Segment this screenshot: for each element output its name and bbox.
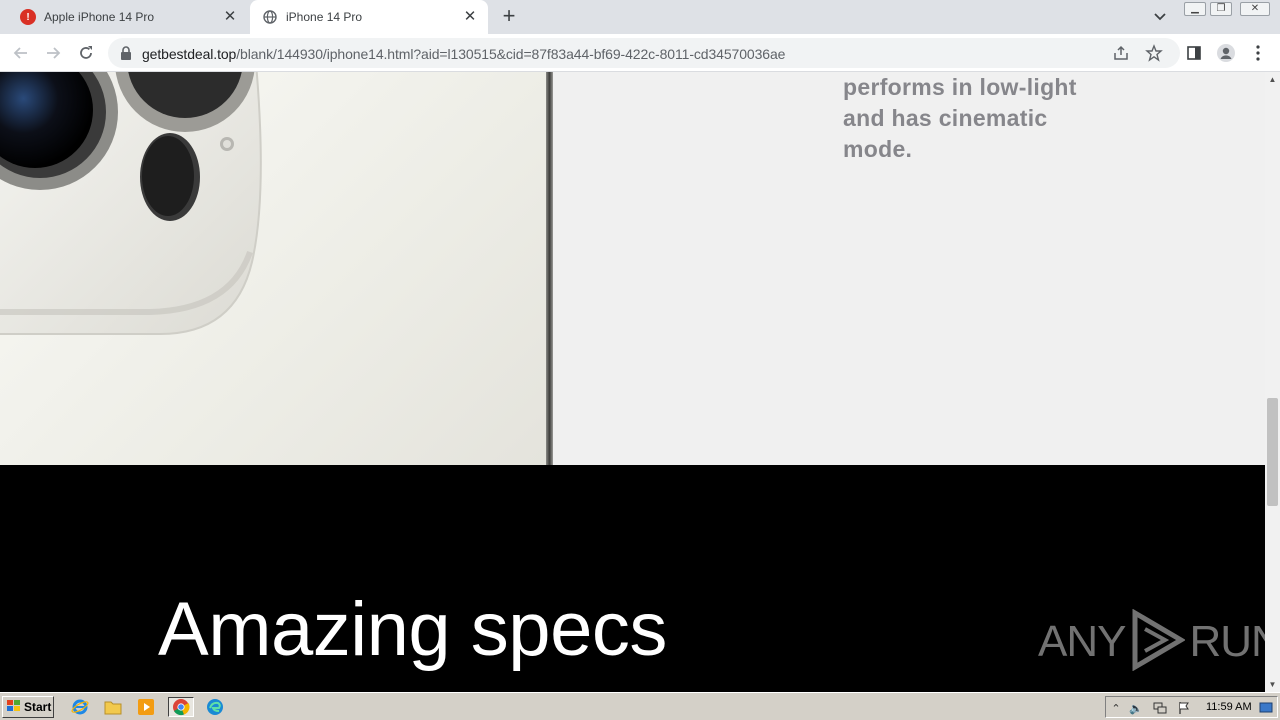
phone-edge-divider xyxy=(546,72,553,465)
reload-button[interactable] xyxy=(74,41,98,65)
menu-kebab-icon[interactable] xyxy=(1247,42,1269,64)
edge-icon[interactable] xyxy=(205,697,225,717)
feature-line: performs in low-light xyxy=(843,74,1077,100)
show-desktop-icon[interactable] xyxy=(1258,700,1274,716)
new-tab-button[interactable]: + xyxy=(498,5,520,28)
scroll-up-arrow-icon[interactable]: ▲ xyxy=(1265,72,1280,87)
feature-line: mode. xyxy=(843,136,913,162)
taskbar: Start ⌃ 🔈 11:59 AM xyxy=(0,692,1280,720)
feature-line: and has cinematic xyxy=(843,105,1048,131)
internet-explorer-icon[interactable] xyxy=(70,697,90,717)
show-hidden-icons-icon[interactable]: ⌃ xyxy=(1108,700,1124,716)
close-window-button[interactable]: ✕ xyxy=(1240,2,1270,16)
url-text[interactable]: getbestdeal.top/blank/144930/iphone14.ht… xyxy=(142,46,785,62)
tab-iphone-active[interactable]: iPhone 14 Pro ✕ xyxy=(250,0,488,34)
volume-icon[interactable]: 🔈 xyxy=(1128,700,1144,716)
page-viewport: performs in low-light and has cinematic … xyxy=(0,72,1265,692)
profile-avatar-icon[interactable] xyxy=(1215,42,1237,64)
system-tray: ⌃ 🔈 11:59 AM xyxy=(1105,696,1278,718)
iphone-camera-image xyxy=(0,72,552,465)
browser-toolbar: getbestdeal.top/blank/144930/iphone14.ht… xyxy=(0,34,1280,72)
taskbar-clock[interactable]: 11:59 AM xyxy=(1206,701,1252,713)
file-explorer-icon[interactable] xyxy=(103,697,123,717)
section-heading: Amazing specs xyxy=(158,587,667,672)
address-bar[interactable]: getbestdeal.top/blank/144930/iphone14.ht… xyxy=(108,38,1180,68)
back-button[interactable] xyxy=(9,41,33,65)
forward-button[interactable] xyxy=(41,41,65,65)
alert-badge-icon: ! xyxy=(20,9,36,25)
network-icon[interactable] xyxy=(1152,700,1168,716)
close-icon[interactable]: ✕ xyxy=(222,9,238,25)
specs-section: Amazing specs ANY RUN xyxy=(0,465,1265,692)
tab-apple-iphone[interactable]: ! Apple iPhone 14 Pro ✕ xyxy=(8,0,248,34)
chrome-taskbar-icon[interactable] xyxy=(168,697,194,717)
side-panel-icon[interactable] xyxy=(1183,42,1205,64)
bookmark-star-icon[interactable] xyxy=(1145,44,1163,62)
scroll-down-arrow-icon[interactable]: ▼ xyxy=(1265,677,1280,692)
restore-button[interactable]: ❐ xyxy=(1210,2,1232,16)
anyrun-watermark: ANY RUN xyxy=(1038,607,1265,677)
tab-title: iPhone 14 Pro xyxy=(286,10,363,24)
lock-icon[interactable] xyxy=(120,46,132,60)
globe-icon xyxy=(262,9,278,25)
media-player-icon[interactable] xyxy=(136,697,156,717)
play-logo-icon xyxy=(1129,608,1187,676)
minimize-button[interactable]: ▁ xyxy=(1184,2,1206,16)
chevron-down-icon[interactable] xyxy=(1150,8,1170,26)
tab-strip: ! Apple iPhone 14 Pro ✕ iPhone 14 Pro ✕ … xyxy=(0,0,1280,34)
vertical-scrollbar[interactable]: ▲ ▼ xyxy=(1265,72,1280,692)
windows-logo-icon xyxy=(6,699,22,716)
close-icon[interactable]: ✕ xyxy=(462,9,478,25)
start-button[interactable]: Start xyxy=(2,696,54,718)
scroll-thumb[interactable] xyxy=(1267,398,1278,506)
camera-feature-text: performs in low-light and has cinematic … xyxy=(843,72,1123,165)
share-icon[interactable] xyxy=(1112,44,1130,62)
tab-title: Apple iPhone 14 Pro xyxy=(44,10,155,24)
action-center-flag-icon[interactable] xyxy=(1176,700,1192,716)
